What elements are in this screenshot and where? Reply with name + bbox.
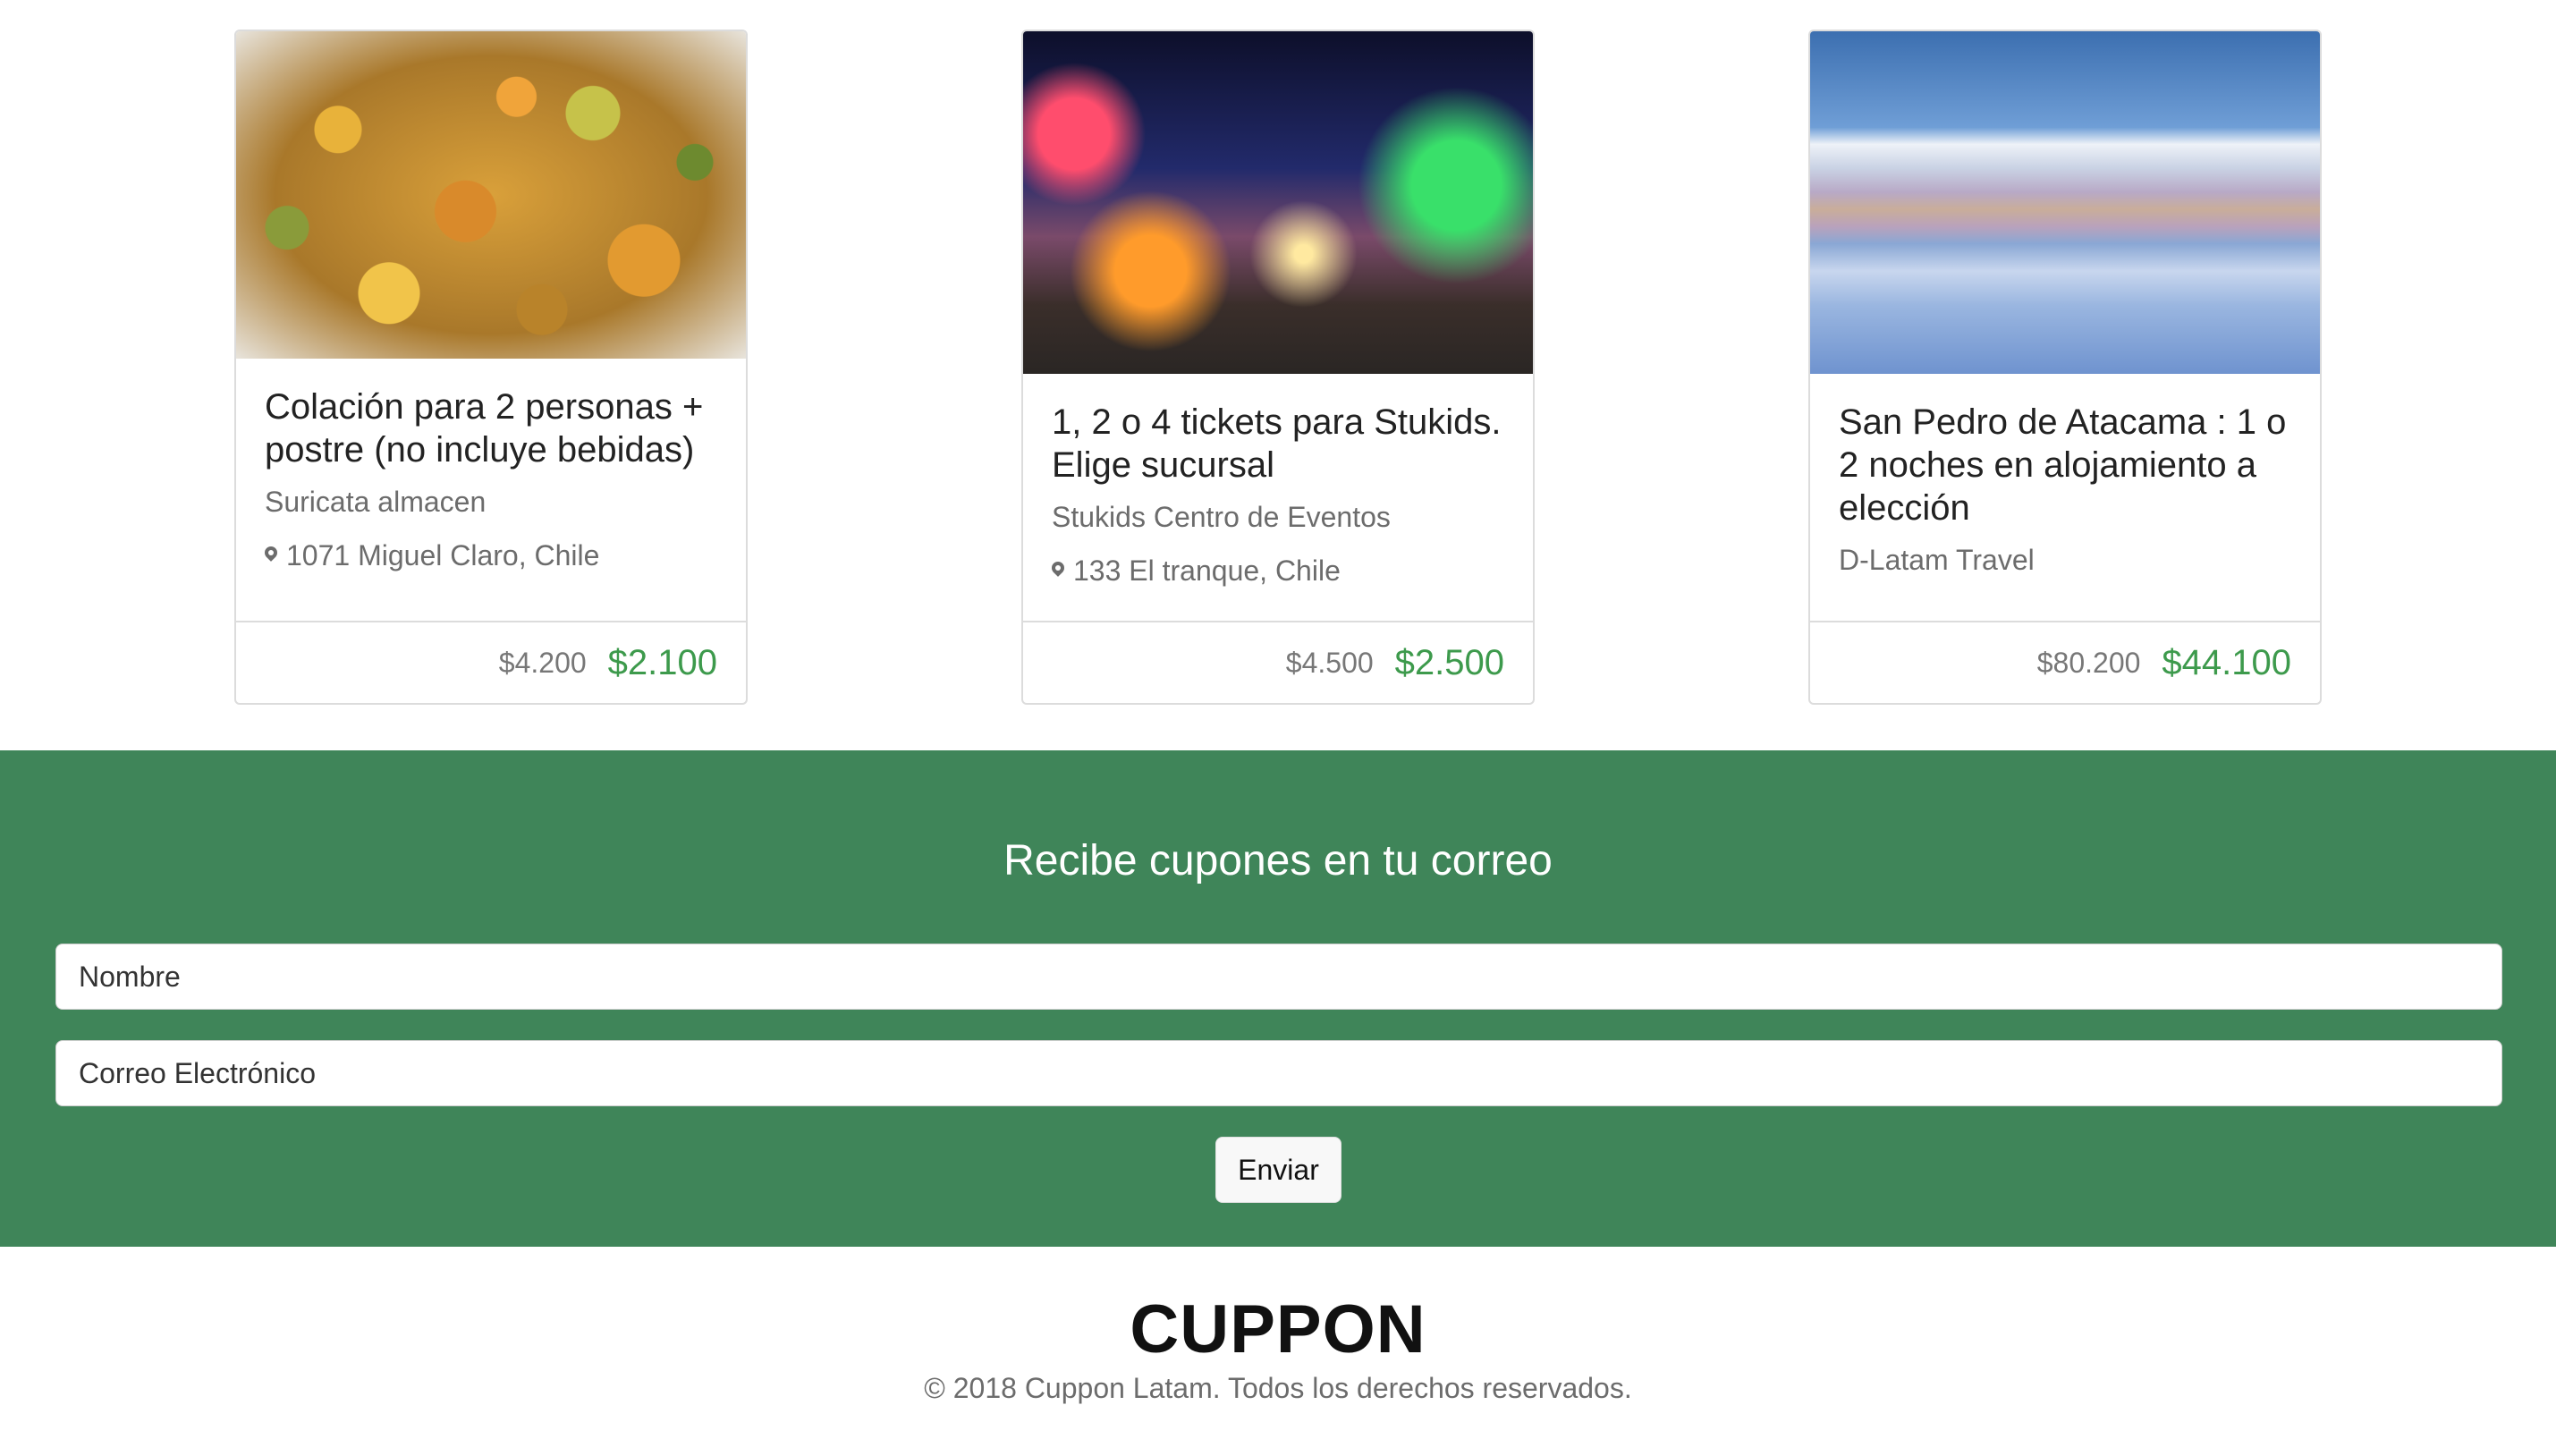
newsletter-title: Recibe cupones en tu correo [1003, 837, 1553, 885]
offer-old-price: $4.200 [498, 646, 587, 679]
offer-merchant: Stukids Centro de Eventos [1052, 501, 1391, 533]
offer-image[interactable] [1023, 31, 1533, 374]
offer-cards: Colación para 2 personas + postre (no in… [0, 30, 2556, 709]
offer-location: 133 El tranque, Chile [1052, 553, 1504, 588]
name-input[interactable] [55, 944, 2502, 1010]
offer-title[interactable]: Colación para 2 personas + postre (no in… [265, 385, 717, 471]
offer-card[interactable]: 1, 2 o 4 tickets para Stukids. Elige suc… [1021, 30, 1535, 705]
offer-location-text: 133 El tranque, Chile [1073, 554, 1341, 587]
offer-new-price: $2.100 [607, 642, 717, 682]
offer-body: Colación para 2 personas + postre (no in… [265, 385, 717, 573]
offer-image[interactable] [236, 31, 746, 359]
offer-body: San Pedro de Atacama : 1 o 2 noches en a… [1839, 401, 2291, 578]
offer-title[interactable]: 1, 2 o 4 tickets para Stukids. Elige suc… [1052, 401, 1504, 487]
offer-title[interactable]: San Pedro de Atacama : 1 o 2 noches en a… [1839, 401, 2291, 529]
page-footer: CUPPON © 2018 Cuppon Latam. Todos los de… [0, 1247, 2556, 1456]
offer-body: 1, 2 o 4 tickets para Stukids. Elige suc… [1052, 401, 1504, 588]
offer-merchant: Suricata almacen [265, 486, 487, 518]
offer-new-price: $44.100 [2162, 642, 2291, 682]
offer-old-price: $4.500 [1285, 646, 1374, 679]
newsletter-section: Recibe cupones en tu correo Enviar [0, 750, 2556, 1247]
offer-card[interactable]: Colación para 2 personas + postre (no in… [234, 30, 748, 705]
offer-card[interactable]: San Pedro de Atacama : 1 o 2 noches en a… [1808, 30, 2322, 705]
send-button[interactable]: Enviar [1215, 1137, 1341, 1203]
offer-merchant: D-Latam Travel [1839, 544, 2035, 576]
offer-price-bar: $80.200 $44.100 [1810, 621, 2320, 703]
offer-price-bar: $4.200 $2.100 [236, 621, 746, 703]
email-input[interactable] [55, 1040, 2502, 1106]
map-pin-icon [265, 546, 277, 564]
map-pin-icon [1052, 562, 1064, 580]
offer-old-price: $80.200 [2036, 646, 2141, 679]
footer-logo: CUPPON [1130, 1291, 1426, 1367]
offer-price-bar: $4.500 $2.500 [1023, 621, 1533, 703]
offer-new-price: $2.500 [1394, 642, 1504, 682]
offer-location-text: 1071 Miguel Claro, Chile [286, 539, 600, 571]
offer-location: 1071 Miguel Claro, Chile [265, 538, 717, 573]
offer-image[interactable] [1810, 31, 2320, 374]
copyright-text: © 2018 Cuppon Latam. Todos los derechos … [924, 1372, 1632, 1404]
